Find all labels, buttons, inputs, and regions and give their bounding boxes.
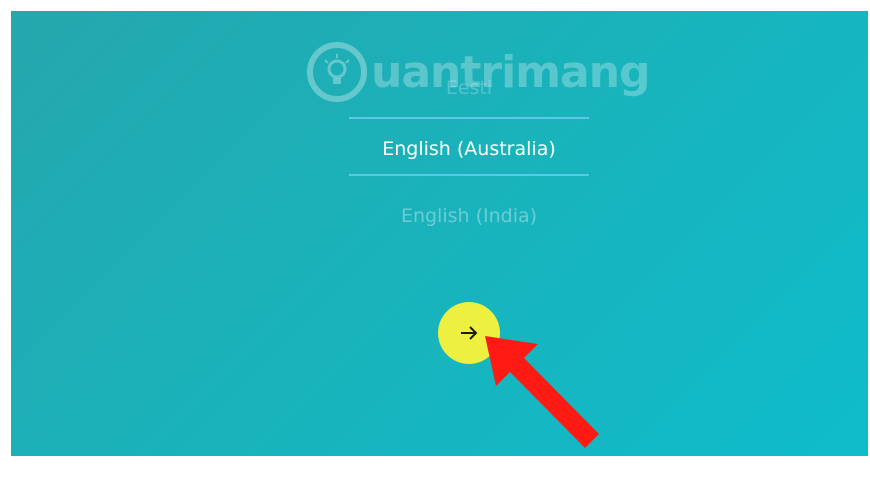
language-option-below[interactable]: English (India) — [349, 205, 589, 227]
picker-divider-top — [349, 117, 589, 119]
screenshot-frame: Eesti uantrimang English (Australia) Eng… — [9, 9, 870, 481]
setup-screen: Eesti uantrimang English (Australia) Eng… — [11, 11, 868, 456]
language-option-above[interactable]: Eesti — [349, 77, 589, 99]
picker-divider-bottom — [349, 174, 589, 176]
arrow-right-icon — [461, 326, 478, 340]
next-button[interactable] — [438, 302, 500, 364]
language-option-selected[interactable]: English (Australia) — [349, 138, 589, 160]
